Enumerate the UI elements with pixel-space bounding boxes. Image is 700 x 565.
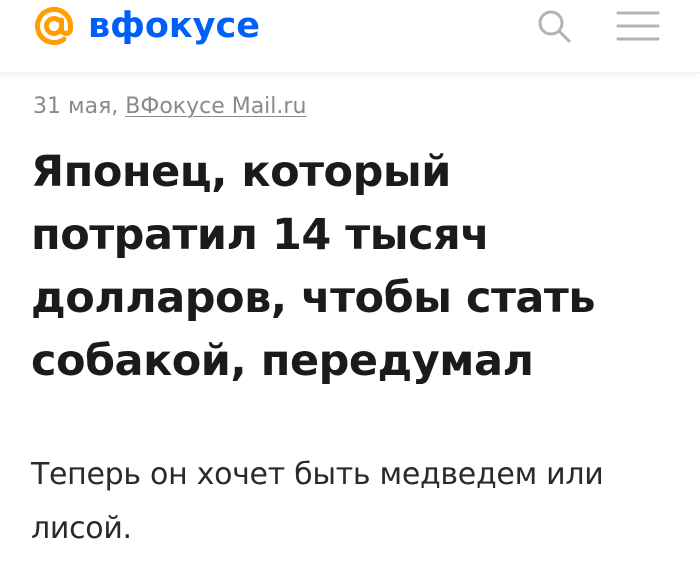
article-title: Японец, который потратил 14 тысяч доллар… xyxy=(31,141,671,393)
site-logo[interactable]: вфокусе xyxy=(30,2,260,50)
hamburger-menu-icon xyxy=(616,11,660,41)
article-date: 31 мая, xyxy=(33,94,119,119)
title-line: долларов, чтобы стать xyxy=(31,273,596,323)
article-lead: Теперь он хочет быть медведем или лисой. xyxy=(31,448,681,556)
title-line: собакой, передумал xyxy=(31,336,534,386)
logo-wordmark: вфокусе xyxy=(88,6,260,46)
search-icon xyxy=(538,10,571,43)
article-meta: 31 мая, ВФокусе Mail.ru xyxy=(33,94,306,119)
at-sign-logo-icon xyxy=(35,6,73,45)
lead-line: Теперь он хочет быть медведем или xyxy=(31,457,604,492)
menu-button[interactable] xyxy=(614,4,662,48)
title-line: потратил 14 тысяч xyxy=(31,210,490,260)
article-source-link[interactable]: ВФокусе Mail.ru xyxy=(125,94,306,119)
lead-line: лисой. xyxy=(31,511,132,546)
page: вфокусе 31 мая, ВФокусе Mail.ru Японец, … xyxy=(0,0,700,565)
search-button[interactable] xyxy=(532,4,576,48)
title-line: Японец, который xyxy=(31,147,451,197)
site-header: вфокусе xyxy=(0,0,700,73)
